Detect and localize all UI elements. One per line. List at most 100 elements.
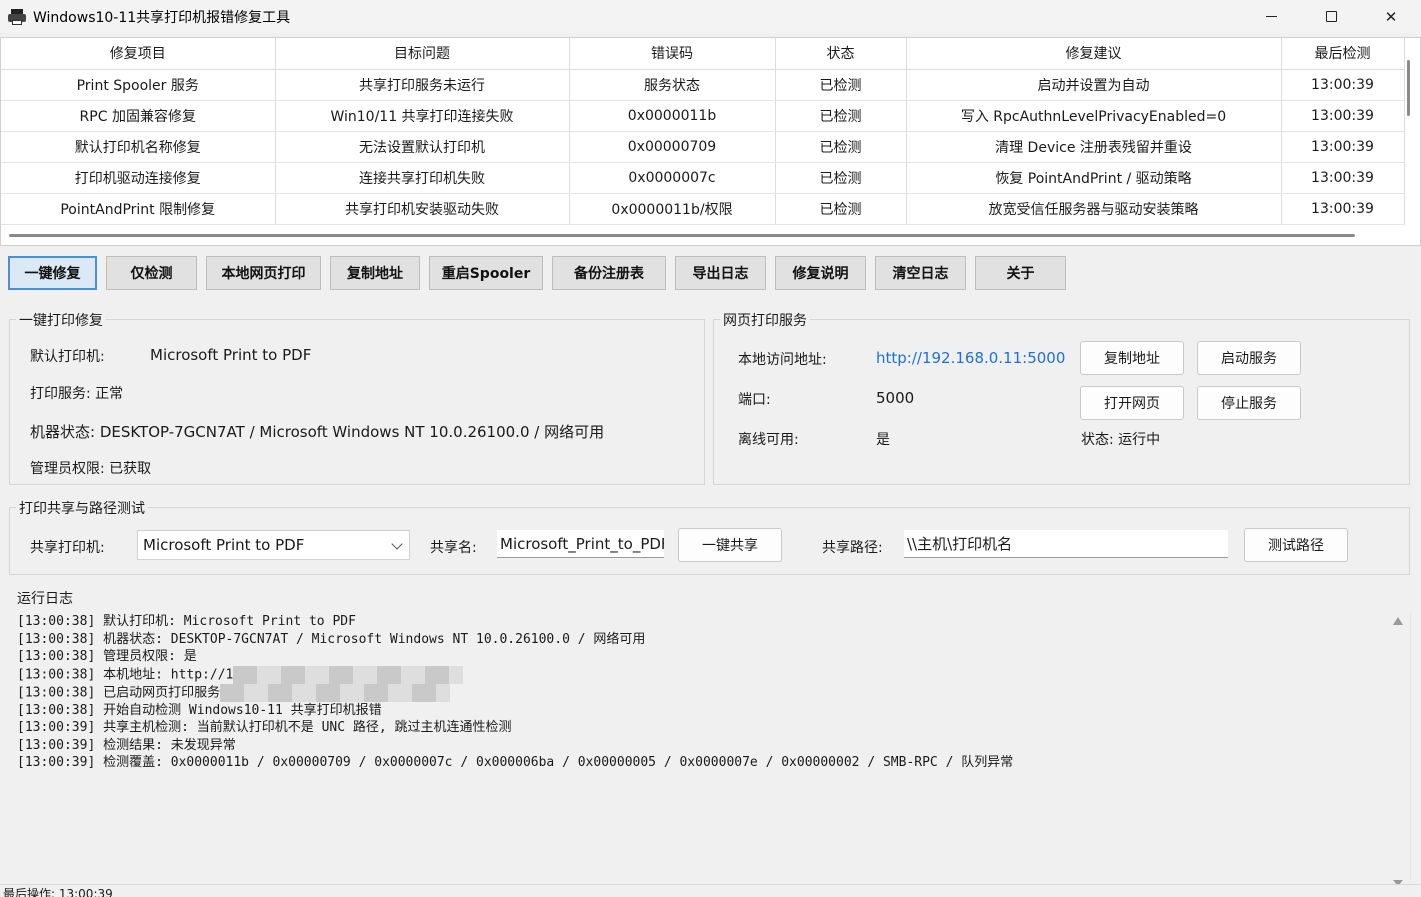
offline-label: 离线可用: — [738, 432, 799, 448]
table-cell: Print Spooler 服务 — [1, 69, 276, 101]
copy-url-button[interactable]: 复制地址 — [1080, 341, 1184, 375]
close-icon: ✕ — [1384, 7, 1398, 26]
table-cell: 0x0000007c — [569, 162, 776, 194]
table-vertical-scrollbar[interactable] — [1407, 60, 1410, 116]
port-value: 5000 — [876, 389, 915, 407]
column-header[interactable]: 修复建议 — [906, 38, 1282, 70]
status-text: 最后操作: 13:00:39 — [3, 887, 113, 897]
web-print-groupbox: 网页打印服务 本地访问地址: http://192.168.0.11:5000 … — [713, 310, 1410, 485]
table-row[interactable]: 打印机驱动连接修复 连接共享打印机失败 0x0000007c 已检测 恢复 Po… — [1, 162, 1405, 194]
table-cell: 写入 RpcAuthnLevelPrivacyEnabled=0 — [906, 100, 1282, 132]
table-cell: 已检测 — [775, 162, 907, 194]
printer-icon — [8, 8, 26, 25]
port-label: 端口: — [738, 392, 771, 408]
log-line: [13:00:38] 机器状态: DESKTOP-7GCN7AT / Micro… — [17, 631, 646, 647]
table-cell: 恢复 PointAndPrint / 驱动策略 — [906, 162, 1282, 194]
scroll-up-arrow-icon[interactable] — [1393, 617, 1403, 625]
repair-notes-button[interactable]: 修复说明 — [775, 256, 866, 290]
redacted-block — [233, 665, 464, 684]
share-path-input[interactable]: \\主机\打印机名 — [904, 530, 1228, 558]
table-cell: PointAndPrint 限制修复 — [1, 193, 276, 225]
column-header[interactable]: 目标问题 — [275, 38, 570, 70]
log-line-redacted: [13:00:38] 本机地址: http://1 — [17, 665, 1409, 684]
table-cell: 打印机驱动连接修复 — [1, 162, 276, 194]
close-button[interactable]: ✕ — [1361, 0, 1421, 33]
copy-address-button[interactable]: 复制地址 — [330, 256, 420, 290]
admin-status: 管理员权限: 已获取 — [30, 461, 152, 477]
clear-log-button[interactable]: 清空日志 — [875, 256, 966, 290]
local-address-link[interactable]: http://192.168.0.11:5000 — [876, 349, 1065, 367]
share-name-input[interactable]: Microsoft_Print_to_PDF — [497, 530, 664, 558]
table-row[interactable]: PointAndPrint 限制修复 共享打印机安装驱动失败 0x0000011… — [1, 193, 1405, 225]
log-title: 运行日志 — [17, 591, 73, 607]
table-cell: 默认打印机名称修复 — [1, 131, 276, 163]
table-cell: 13:00:39 — [1281, 69, 1405, 101]
table-horizontal-scrollbar[interactable] — [9, 234, 1355, 237]
machine-status: 机器状态: DESKTOP-7GCN7AT / Microsoft Window… — [30, 423, 605, 441]
table-cell: 13:00:39 — [1281, 193, 1405, 225]
table-cell: 共享打印服务未运行 — [275, 69, 570, 101]
print-service-status: 打印服务: 正常 — [30, 386, 124, 402]
detect-only-button[interactable]: 仅检测 — [106, 256, 197, 290]
restart-spooler-button[interactable]: 重启Spooler — [429, 256, 543, 290]
start-service-button[interactable]: 启动服务 — [1197, 341, 1301, 375]
log-scrollbar[interactable] — [1410, 612, 1411, 882]
stop-service-button[interactable]: 停止服务 — [1197, 386, 1301, 420]
table-cell: 13:00:39 — [1281, 131, 1405, 163]
share-printer-label: 共享打印机: — [30, 540, 105, 556]
share-groupbox: 打印共享与路径测试 共享打印机: Microsoft Print to PDF … — [9, 498, 1410, 575]
table-header-row: 修复项目 目标问题 错误码 状态 修复建议 最后检测 — [1, 38, 1405, 70]
offline-value: 是 — [876, 432, 890, 448]
share-printer-dropdown[interactable]: Microsoft Print to PDF — [137, 530, 410, 560]
share-group-title: 打印共享与路径测试 — [16, 498, 148, 518]
table-cell: RPC 加固兼容修复 — [1, 100, 276, 132]
default-printer-value: Microsoft Print to PDF — [150, 346, 312, 364]
repair-groupbox: 一键打印修复 默认打印机: Microsoft Print to PDF 打印服… — [9, 310, 705, 485]
open-webpage-button[interactable]: 打开网页 — [1080, 386, 1184, 420]
table-cell: 启动并设置为自动 — [906, 69, 1282, 101]
local-web-print-button[interactable]: 本地网页打印 — [206, 256, 321, 290]
table-cell: 0x0000011b — [569, 100, 776, 132]
table-cell: Win10/11 共享打印连接失败 — [275, 100, 570, 132]
table-row[interactable]: 默认打印机名称修复 无法设置默认打印机 0x00000709 已检测 清理 De… — [1, 131, 1405, 163]
log-line-text: [13:00:38] 本机地址: http://1 — [17, 667, 234, 682]
minimize-icon — [1265, 16, 1277, 17]
redacted-block — [220, 683, 451, 702]
service-status: 状态: 运行中 — [1081, 432, 1161, 448]
minimize-button[interactable] — [1241, 0, 1301, 33]
column-header[interactable]: 最后检测 — [1281, 38, 1405, 70]
table-cell: 共享打印机安装驱动失败 — [275, 193, 570, 225]
table-cell: 0x0000011b/权限 — [569, 193, 776, 225]
repair-items-table[interactable]: 修复项目 目标问题 错误码 状态 修复建议 最后检测 Print Spooler… — [0, 37, 1421, 246]
title-bar: Windows10-11共享打印机报错修复工具 ✕ — [0, 0, 1421, 33]
export-log-button[interactable]: 导出日志 — [675, 256, 766, 290]
log-line: [13:00:38] 管理员权限: 是 — [17, 649, 197, 664]
table-row[interactable]: Print Spooler 服务 共享打印服务未运行 服务状态 已检测 启动并设… — [1, 69, 1405, 101]
address-label: 本地访问地址: — [738, 352, 827, 368]
test-path-button[interactable]: 测试路径 — [1244, 528, 1348, 562]
table-cell: 13:00:39 — [1281, 162, 1405, 194]
window-title: Windows10-11共享打印机报错修复工具 — [33, 9, 291, 26]
run-log-textarea[interactable]: [13:00:38] 默认打印机: Microsoft Print to PDF… — [9, 607, 1409, 883]
table-cell: 已检测 — [775, 100, 907, 132]
table-cell: 服务状态 — [569, 69, 776, 101]
table-cell: 0x00000709 — [569, 131, 776, 163]
log-line-text: [13:00:38] 已启动网页打印服务 — [17, 685, 221, 700]
default-printer-label: 默认打印机: — [30, 349, 105, 365]
maximize-button[interactable] — [1301, 0, 1361, 33]
backup-registry-button[interactable]: 备份注册表 — [552, 256, 666, 290]
column-header[interactable]: 错误码 — [569, 38, 776, 70]
column-header[interactable]: 修复项目 — [1, 38, 276, 70]
one-click-share-button[interactable]: 一键共享 — [678, 528, 782, 562]
one-click-repair-button[interactable]: 一键修复 — [8, 256, 97, 290]
maximize-icon — [1325, 11, 1337, 22]
table-row[interactable]: RPC 加固兼容修复 Win10/11 共享打印连接失败 0x0000011b … — [1, 100, 1405, 132]
log-line: [13:00:38] 开始自动检测 Windows10-11 共享打印机报错 — [17, 702, 382, 718]
column-header[interactable]: 状态 — [775, 38, 907, 70]
table-cell: 13:00:39 — [1281, 100, 1405, 132]
log-line-redacted: [13:00:38] 已启动网页打印服务 — [17, 683, 1409, 702]
repair-group-title: 一键打印修复 — [16, 310, 106, 330]
table-cell: 无法设置默认打印机 — [275, 131, 570, 163]
about-button[interactable]: 关于 — [975, 256, 1066, 290]
table-cell: 已检测 — [775, 193, 907, 225]
